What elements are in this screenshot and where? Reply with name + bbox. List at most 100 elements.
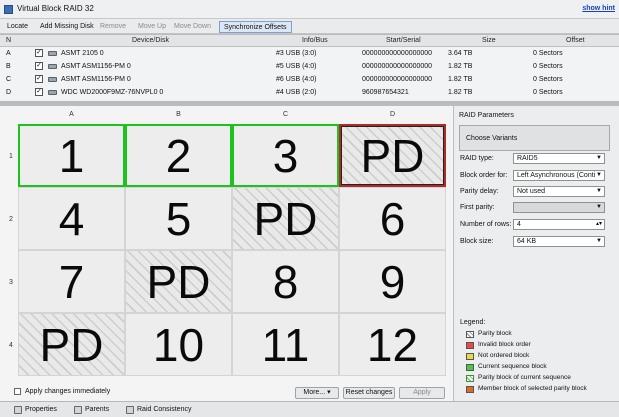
block-cell[interactable]: 11 xyxy=(232,313,339,376)
parity-block-cell[interactable]: PD xyxy=(125,250,232,313)
legend-label: Current sequence block xyxy=(478,363,547,370)
grid-col-header: D xyxy=(389,111,396,118)
block-cell[interactable]: 1 xyxy=(18,124,125,187)
disk-offset: 0 Sectors xyxy=(533,89,563,96)
move-up-button[interactable]: Move Up xyxy=(134,21,170,33)
include-checkbox[interactable]: ✓ xyxy=(35,88,43,96)
tab-label: Properties xyxy=(25,406,57,413)
block-cell[interactable]: 8 xyxy=(232,250,339,313)
parity-delay-value: Not used xyxy=(517,188,546,195)
stepper-arrows-icon: ▴▾ xyxy=(595,221,602,227)
chevron-down-icon: ▼ xyxy=(596,204,602,210)
apply-immediately-label: Apply changes immediately xyxy=(25,388,111,395)
chevron-down-icon: ▼ xyxy=(596,188,602,194)
start-serial: 960987654321 xyxy=(362,89,409,96)
table-row[interactable]: D ✓ WDC WD2000F9MZ-76NVPL0 0 #4 USB (2:0… xyxy=(0,86,619,99)
block-cell[interactable]: 4 xyxy=(18,187,125,250)
apply-immediately-checkbox[interactable] xyxy=(14,388,21,395)
block-size-select[interactable]: 64 KB ▼ xyxy=(513,236,605,247)
grid-col-header: A xyxy=(69,111,74,118)
grid-row-header: 2 xyxy=(9,216,13,223)
raid-type-select[interactable]: RAID5 ▼ xyxy=(513,153,605,164)
grid-controls: Apply changes immediately More... ▾ Rese… xyxy=(0,384,453,401)
apply-button[interactable]: Apply xyxy=(399,387,445,399)
tab-raid-consistency[interactable]: Raid Consistency xyxy=(124,404,191,416)
info-bus: #4 USB (2:0) xyxy=(276,89,317,96)
move-down-button[interactable]: Move Down xyxy=(170,21,215,33)
legend-swatch xyxy=(466,342,474,349)
block-cell[interactable]: 7 xyxy=(18,250,125,313)
info-bus: #6 USB (4:0) xyxy=(276,76,317,83)
more-button[interactable]: More... ▾ xyxy=(295,387,339,399)
first-parity-select[interactable]: ▼ xyxy=(513,202,605,213)
number-of-rows-value: 4 xyxy=(517,221,521,228)
tab-label: Parents xyxy=(85,406,110,413)
chevron-down-icon: ▼ xyxy=(596,238,602,244)
grid-row-header: 4 xyxy=(9,342,13,349)
tab-properties[interactable]: Properties xyxy=(12,404,57,416)
disk-size: 1.82 TB xyxy=(448,89,473,96)
hard-disk-icon xyxy=(48,77,57,82)
col-size: Size xyxy=(482,37,496,44)
number-of-rows-stepper[interactable]: 4 ▴▾ xyxy=(513,219,605,230)
disk-size: 1.82 TB xyxy=(448,63,473,70)
disk-table-header: N Device/Disk Info/Bus Start/Serial Size… xyxy=(0,35,619,47)
info-bus: #3 USB (3:0) xyxy=(276,50,317,57)
parity-block-cell[interactable]: PD xyxy=(232,187,339,250)
raid-parameters-panel: RAID Parameters Choose Variants RAID typ… xyxy=(453,105,619,401)
grid-row-header: 1 xyxy=(9,153,13,160)
synchronize-offsets-button[interactable]: Synchronize Offsets xyxy=(219,21,292,33)
block-order-label: Block order for: xyxy=(460,172,508,179)
device-name: ASMT ASM1156-PM 0 xyxy=(61,63,131,70)
col-n: N xyxy=(6,37,12,44)
legend-label: Not ordered block xyxy=(478,352,530,359)
block-cell[interactable]: 3 xyxy=(232,124,339,187)
parity-block-cell[interactable]: PD xyxy=(339,124,446,187)
table-row[interactable]: A ✓ ASMT 2105 0 #3 USB (3:0) 00000000000… xyxy=(0,47,619,60)
block-cell[interactable]: 10 xyxy=(125,313,232,376)
legend-label: Invalid block order xyxy=(478,341,531,348)
row-letter: A xyxy=(6,50,11,57)
start-serial: 000000000000000000 xyxy=(362,50,433,57)
block-cell[interactable]: 5 xyxy=(125,187,232,250)
disk-size: 1.82 TB xyxy=(448,76,473,83)
block-cell[interactable]: 2 xyxy=(125,124,232,187)
parity-delay-select[interactable]: Not used ▼ xyxy=(513,186,605,197)
raid-type-value: RAID5 xyxy=(517,155,538,162)
reset-changes-button[interactable]: Reset changes xyxy=(343,387,395,399)
chevron-down-icon: ▾ xyxy=(327,389,331,396)
table-row[interactable]: B ✓ ASMT ASM1156-PM 0 #5 USB (4:0) 00000… xyxy=(0,60,619,73)
block-order-value: Left Asynchronous (Conti xyxy=(517,172,596,179)
first-parity-label: First parity: xyxy=(460,204,495,211)
block-cell[interactable]: 6 xyxy=(339,187,446,250)
hard-disk-icon xyxy=(48,51,57,56)
parity-block-cell[interactable]: PD xyxy=(18,313,125,376)
table-row[interactable]: C ✓ ASMT ASM1156-PM 0 #6 USB (4:0) 00000… xyxy=(0,73,619,86)
bottom-tab-bar: Properties Parents Raid Consistency xyxy=(0,401,619,417)
block-order-select[interactable]: Left Asynchronous (Conti ▼ xyxy=(513,170,605,181)
disk-offset: 0 Sectors xyxy=(533,50,563,57)
include-checkbox[interactable]: ✓ xyxy=(35,75,43,83)
legend-label: Member block of selected parity block xyxy=(478,385,587,392)
block-cell[interactable]: 9 xyxy=(339,250,446,313)
remove-button[interactable]: Remove xyxy=(96,21,130,33)
block-cell[interactable]: 12 xyxy=(339,313,446,376)
row-letter: B xyxy=(6,63,11,70)
legend-swatch xyxy=(466,353,474,360)
include-checkbox[interactable]: ✓ xyxy=(35,49,43,57)
choose-variants-button[interactable]: Choose Variants xyxy=(459,125,610,151)
tab-parents[interactable]: Parents xyxy=(72,404,109,416)
tab-label: Raid Consistency xyxy=(137,406,192,413)
grid-row-header: 3 xyxy=(9,279,13,286)
start-serial: 000000000000000000 xyxy=(362,63,433,70)
add-missing-disk-button[interactable]: Add Missing Disk xyxy=(36,21,98,33)
app-icon xyxy=(4,5,13,14)
show-hint-link[interactable]: show hint xyxy=(582,5,615,12)
legend-label: Parity block of current sequence xyxy=(478,374,571,381)
raid-type-label: RAID type: xyxy=(460,155,494,162)
locate-button[interactable]: Locate xyxy=(3,21,32,33)
info-bus: #5 USB (4:0) xyxy=(276,63,317,70)
include-checkbox[interactable]: ✓ xyxy=(35,62,43,70)
row-letter: C xyxy=(6,76,12,83)
window-title: Virtual Block RAID 32 xyxy=(17,4,94,13)
